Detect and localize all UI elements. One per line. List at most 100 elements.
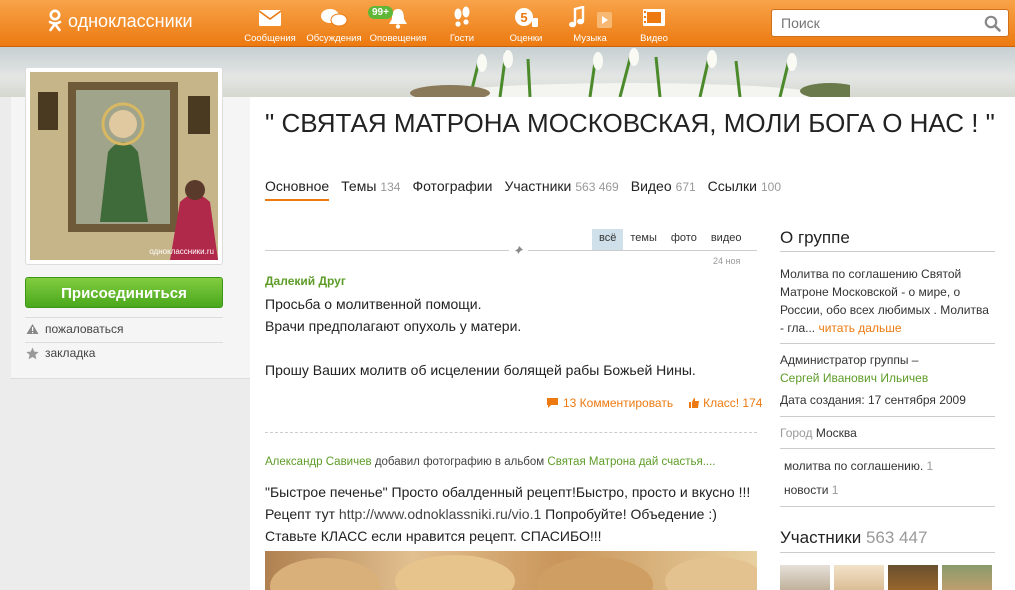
post-author[interactable]: Александр Савичев	[265, 456, 372, 468]
members-count: 563 447	[865, 528, 928, 547]
report-link[interactable]: пожаловаться	[26, 322, 123, 336]
nav-discussions-label: Обсуждения	[306, 33, 362, 44]
recipe-link[interactable]: http://www.odnoklassniki.ru/vio.1	[339, 506, 541, 522]
tab-count: 671	[675, 180, 696, 194]
nav-music-label: Музыка	[573, 33, 607, 44]
post-actions: 13 Комментировать Класс! 174	[546, 396, 762, 410]
nav-messages-label: Сообщения	[244, 33, 296, 44]
post-author[interactable]: Далекий Друг	[265, 274, 346, 288]
tab-label: Темы	[341, 178, 377, 194]
divider	[780, 448, 995, 449]
divider	[780, 251, 995, 252]
photo-watermark: одноклассники.ru	[149, 247, 214, 256]
video-icon	[643, 9, 665, 26]
tab-video[interactable]: Видео 671	[631, 178, 696, 201]
nav-guests[interactable]: Гости	[430, 4, 494, 44]
filter-all[interactable]: всё	[592, 229, 624, 250]
comment-label: 13 Комментировать	[563, 396, 674, 410]
pin-icon[interactable]	[509, 243, 528, 261]
tab-label: Видео	[630, 178, 672, 194]
tag-item[interactable]: молитва по соглашению. 1	[784, 457, 999, 475]
search-input[interactable]	[772, 10, 972, 36]
post-header: Александр Савичев добавил фотографию в а…	[265, 456, 715, 468]
warning-icon	[26, 324, 39, 334]
tab-count: 563 469	[575, 180, 619, 194]
join-button[interactable]: Присоединиться	[25, 277, 223, 308]
members-label: Участники	[780, 528, 862, 547]
member-avatar[interactable]	[834, 565, 884, 590]
group-title: " СВЯТАЯ МАТРОНА МОСКОВСКАЯ, МОЛИ БОГА О…	[265, 108, 995, 138]
tab-links[interactable]: Ссылки 100	[708, 178, 781, 201]
tab-members[interactable]: Участники 563 469	[504, 178, 618, 201]
feed-filters: всё темы фото видео	[592, 229, 749, 250]
city-block: Город Москва	[780, 424, 995, 442]
tag-count: 1	[926, 459, 934, 473]
envelope-icon	[258, 10, 282, 26]
post-body: "Быстрое печенье" Просто обалденный реце…	[265, 481, 765, 547]
search-box	[771, 9, 1009, 37]
rating-five-icon: 5	[515, 8, 538, 27]
post-action-text: добавил фотографию в альбом	[374, 456, 545, 468]
filter-photo[interactable]: фото	[664, 229, 704, 250]
member-avatar[interactable]	[780, 565, 830, 590]
report-link-label: пожаловаться	[45, 322, 124, 336]
comment-icon	[547, 398, 558, 408]
divider	[780, 506, 995, 507]
nav-ratings[interactable]: 5 Оценки	[494, 4, 558, 44]
about-heading: О группе	[780, 228, 850, 247]
nav-discussions[interactable]: Обсуждения	[302, 4, 366, 44]
nav-messages[interactable]: Сообщения	[238, 4, 302, 44]
search-icon[interactable]	[984, 15, 1001, 32]
tab-label: Основное	[265, 178, 330, 194]
tab-main[interactable]: Основное	[265, 178, 330, 201]
tag-count: 1	[831, 483, 839, 497]
admin-label: Администратор группы –	[780, 353, 919, 367]
tag-label: молитва по соглашению.	[784, 459, 924, 473]
divider	[780, 552, 995, 553]
tag-item[interactable]: новости 1	[784, 481, 999, 499]
tab-photos[interactable]: Фотографии	[412, 178, 492, 201]
tab-topics[interactable]: Темы 134	[341, 178, 400, 201]
member-thumbnails	[780, 565, 996, 590]
bookmark-link[interactable]: закладка	[26, 346, 95, 360]
filter-topics[interactable]: темы	[623, 229, 664, 250]
like-label: Класс! 174	[703, 396, 763, 410]
group-tabs: Основное Темы 134 Фотографии Участники 563…	[265, 178, 793, 201]
tab-count: 100	[760, 180, 781, 194]
filter-video[interactable]: видео	[704, 229, 749, 250]
read-more-link[interactable]: читать дальше	[818, 321, 901, 335]
nav-notifications-label: Оповещения	[369, 33, 427, 44]
star-icon	[26, 347, 39, 359]
footprints-icon	[454, 6, 470, 27]
city-value: Москва	[815, 426, 857, 440]
tab-count: 134	[380, 180, 401, 194]
album-link[interactable]: Святая Матрона дай счастья....	[547, 456, 715, 468]
post-date: 24 ноя	[713, 256, 741, 266]
thumbs-up-icon	[689, 398, 700, 408]
bookmark-link-label: закладка	[45, 346, 96, 360]
post-text-line: Прошу Ваших молитв об исцелении болящей …	[265, 362, 696, 378]
post-text-line: Просьба о молитвенной помощи.	[265, 296, 482, 312]
admin-name-link[interactable]: Сергей Иванович Ильичев	[780, 369, 995, 387]
site-logo[interactable]: одноклассники	[48, 9, 193, 33]
members-heading[interactable]: Участники 563 447	[780, 528, 995, 548]
post-separator	[265, 432, 757, 433]
city-label: Город	[780, 426, 813, 440]
ok-logo-icon	[48, 9, 62, 32]
icon-food-image	[270, 555, 757, 590]
tab-label: Участники	[504, 178, 572, 194]
chat-bubbles-icon	[321, 9, 348, 27]
post-text-line: Врачи предполагают опухоль у матери.	[265, 318, 522, 334]
like-button[interactable]: Класс! 174	[688, 396, 762, 410]
member-avatar[interactable]	[888, 565, 938, 590]
group-avatar[interactable]: одноклассники.ru	[25, 67, 223, 265]
post-photo[interactable]	[265, 551, 757, 590]
member-avatar[interactable]	[942, 565, 992, 590]
discussions-count-badge: 99+	[368, 6, 393, 19]
top-bar: одноклассники Сообщения Обсуждения Опове…	[0, 0, 1015, 47]
nav-music[interactable]: Музыка	[558, 4, 622, 44]
nav-video[interactable]: Видео	[622, 4, 686, 44]
divider	[780, 343, 995, 344]
nav-video-label: Видео	[640, 33, 668, 44]
comment-button[interactable]: 13 Комментировать	[546, 396, 673, 410]
